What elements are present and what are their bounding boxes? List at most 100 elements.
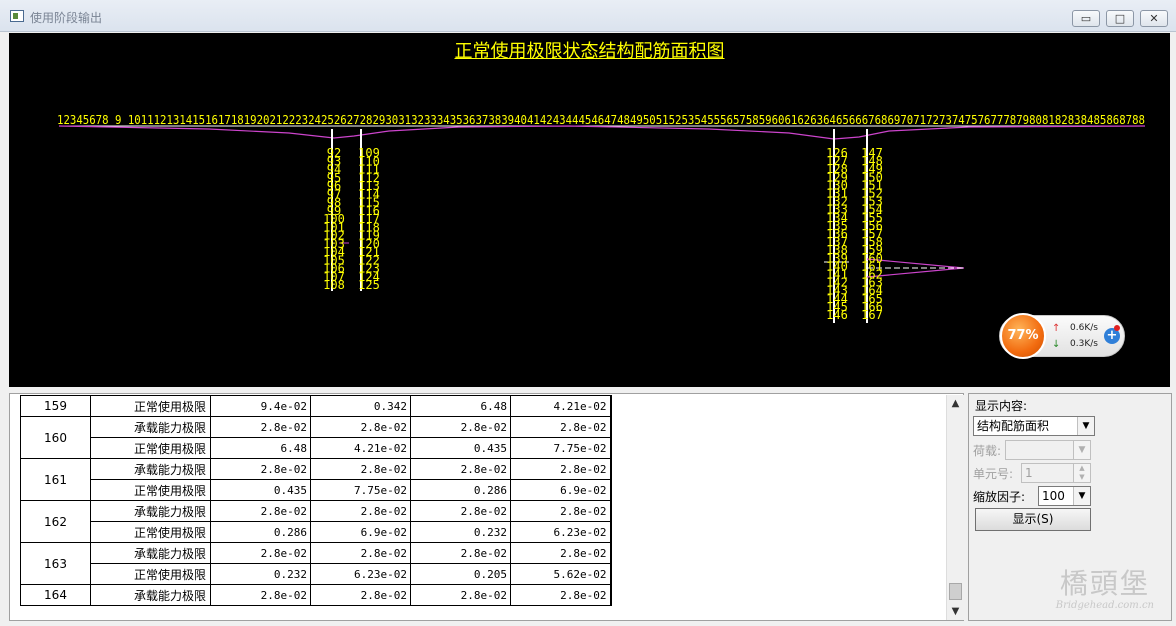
table-row: 159 正常使用极限 9.4e-02 0.342 6.48 4.21e-02 <box>20 395 612 417</box>
scroll-down-icon[interactable]: ▼ <box>947 603 964 620</box>
member-label: 108 <box>323 278 345 292</box>
results-table: 159 正常使用极限 9.4e-02 0.342 6.48 4.21e-02 160 承载能力… <box>20 395 612 606</box>
value-cell: 6.9e-02 <box>510 479 612 501</box>
element-id-cell: 164 <box>20 584 91 606</box>
value-cell: 2.8e-02 <box>310 584 411 606</box>
table-row: 正常使用极限 0.435 7.75e-02 0.286 6.9e-02 <box>21 479 612 501</box>
element-number-label: 单元号: <box>973 467 1014 481</box>
value-cell: 2.8e-02 <box>510 416 612 438</box>
value-cell: 2.8e-02 <box>410 542 511 564</box>
member-label: 167 <box>861 308 883 322</box>
chevron-down-icon[interactable]: ▼ <box>1073 487 1090 505</box>
value-cell: 0.286 <box>410 479 511 501</box>
maximize-button[interactable]: □ <box>1106 10 1134 27</box>
value-cell: 0.435 <box>210 479 311 501</box>
watermark: 橋頭堡 Bridgehead.com.cn <box>1056 568 1154 612</box>
value-cell: 0.205 <box>410 563 511 585</box>
value-cell: 4.21e-02 <box>510 395 612 417</box>
table-row: 162 承载能力极限 2.8e-02 2.8e-02 2.8e-02 2.8e-02 <box>20 500 612 543</box>
diagram-svg: 12345678 9 10111213141516171819202122232… <box>57 113 1146 323</box>
value-cell: 4.21e-02 <box>310 437 411 459</box>
table-row: 161 承载能力极限 2.8e-02 2.8e-02 2.8e-02 2.8e-02 <box>20 458 612 501</box>
network-usage-percent[interactable]: 77% <box>1000 313 1046 359</box>
app-icon <box>10 10 24 22</box>
value-cell: 0.286 <box>210 521 311 543</box>
value-cell: 2.8e-02 <box>410 584 511 606</box>
display-content-label: 显示内容: <box>975 399 1028 413</box>
value-cell: 2.8e-02 <box>410 416 511 438</box>
upload-arrow-icon: ↑ <box>1052 323 1061 334</box>
envelope-curve <box>58 125 1146 140</box>
value-cell: 9.4e-02 <box>210 395 311 417</box>
element-id-cell: 159 <box>20 395 91 417</box>
scale-factor-label: 缩放因子: <box>973 490 1026 504</box>
element-number-value: 1 <box>1025 466 1033 480</box>
limit-state-cell: 正常使用极限 <box>90 437 211 459</box>
scale-factor-value: 100 <box>1042 489 1065 503</box>
limit-state-cell: 承载能力极限 <box>90 584 211 606</box>
value-cell: 2.8e-02 <box>410 458 511 480</box>
value-cell: 6.48 <box>410 395 511 417</box>
limit-state-cell: 正常使用极限 <box>90 395 211 417</box>
member-label: 125 <box>358 278 380 292</box>
value-cell: 0.435 <box>410 437 511 459</box>
limit-state-cell: 正常使用极限 <box>90 479 211 501</box>
watermark-logo-text: 橋頭堡 <box>1059 567 1150 600</box>
network-speed-widget[interactable]: 77% ↑ 0.6K/s ↓ 0.3K/s + <box>999 313 1125 359</box>
load-label: 荷载: <box>973 444 1002 458</box>
chevron-down-icon[interactable]: ▼ <box>1077 417 1094 435</box>
value-cell: 0.342 <box>310 395 411 417</box>
value-cell: 2.8e-02 <box>310 542 411 564</box>
display-content-value: 结构配筋面积 <box>977 419 1050 433</box>
value-cell: 7.75e-02 <box>510 437 612 459</box>
value-cell: 0.232 <box>210 563 311 585</box>
watermark-url: Bridgehead.com.cn <box>1055 600 1154 611</box>
pier-2-left-labels: 1261271281291301311321331341351361371381… <box>826 146 848 322</box>
display-content-select[interactable]: 结构配筋面积 ▼ <box>973 416 1095 436</box>
value-cell: 2.8e-02 <box>510 500 612 522</box>
table-row: 160 承载能力极限 2.8e-02 2.8e-02 2.8e-02 2.8e-02 <box>20 416 612 459</box>
value-cell: 2.8e-02 <box>210 500 311 522</box>
value-cell: 2.8e-02 <box>510 584 612 606</box>
value-cell: 6.48 <box>210 437 311 459</box>
value-cell: 2.8e-02 <box>210 416 311 438</box>
table-row: 164 承载能力极限 2.8e-02 2.8e-02 2.8e-02 2.8e-02 <box>20 584 612 606</box>
minimize-button[interactable]: ▭ <box>1072 10 1100 27</box>
value-cell: 6.23e-02 <box>310 563 411 585</box>
scroll-up-icon[interactable]: ▲ <box>947 395 964 412</box>
results-table-pane[interactable]: 159 正常使用极限 9.4e-02 0.342 6.48 4.21e-02 160 承载能力… <box>9 393 964 621</box>
pier-2-right-labels: 1471481491501511521531541551561571581591… <box>861 146 883 322</box>
show-button[interactable]: 显示(S) <box>975 508 1091 531</box>
chevron-down-icon[interactable]: ▼ <box>1073 441 1090 459</box>
value-cell: 2.8e-02 <box>210 458 311 480</box>
table-row: 163 承载能力极限 2.8e-02 2.8e-02 2.8e-02 2.8e-02 <box>20 542 612 585</box>
table-row: 正常使用极限 0.286 6.9e-02 0.232 6.23e-02 <box>21 521 612 543</box>
limit-state-cell: 正常使用极限 <box>90 521 211 543</box>
close-button[interactable]: ✕ <box>1140 10 1168 27</box>
table-vertical-scrollbar[interactable]: ▲ ▼ <box>946 395 964 620</box>
scroll-thumb[interactable] <box>949 583 962 600</box>
limit-state-cell: 正常使用极限 <box>90 563 211 585</box>
download-speed: 0.3K/s <box>1070 339 1098 349</box>
window-titlebar: 使用阶段输出 ▭ □ ✕ <box>0 0 1176 32</box>
load-select[interactable]: ▼ <box>1005 440 1091 460</box>
element-id-cell: 160 <box>20 416 91 459</box>
scale-factor-select[interactable]: 100 ▼ <box>1038 486 1091 506</box>
spinner-arrows-icon[interactable]: ▲ ▼ <box>1073 464 1090 482</box>
limit-state-cell: 承载能力极限 <box>90 458 211 480</box>
diagram-canvas[interactable]: 正常使用极限状态结构配筋面积图 12345678 9 1011121314151… <box>9 33 1170 387</box>
value-cell: 7.75e-02 <box>310 479 411 501</box>
element-id-cell: 162 <box>20 500 91 543</box>
value-cell: 2.8e-02 <box>210 542 311 564</box>
value-cell: 2.8e-02 <box>510 458 612 480</box>
value-cell: 5.62e-02 <box>510 563 612 585</box>
node-labels: 12345678 9 10111213141516171819202122232… <box>57 113 1145 127</box>
value-cell: 2.8e-02 <box>210 584 311 606</box>
value-cell: 0.232 <box>410 521 511 543</box>
value-cell: 2.8e-02 <box>310 458 411 480</box>
pier-1-right-labels: 1091101111121131141151161171181191201211… <box>358 146 380 292</box>
element-number-spinner[interactable]: 1 ▲ ▼ <box>1021 463 1091 483</box>
value-cell: 2.8e-02 <box>310 500 411 522</box>
member-label: 146 <box>826 308 848 322</box>
element-id-cell: 163 <box>20 542 91 585</box>
